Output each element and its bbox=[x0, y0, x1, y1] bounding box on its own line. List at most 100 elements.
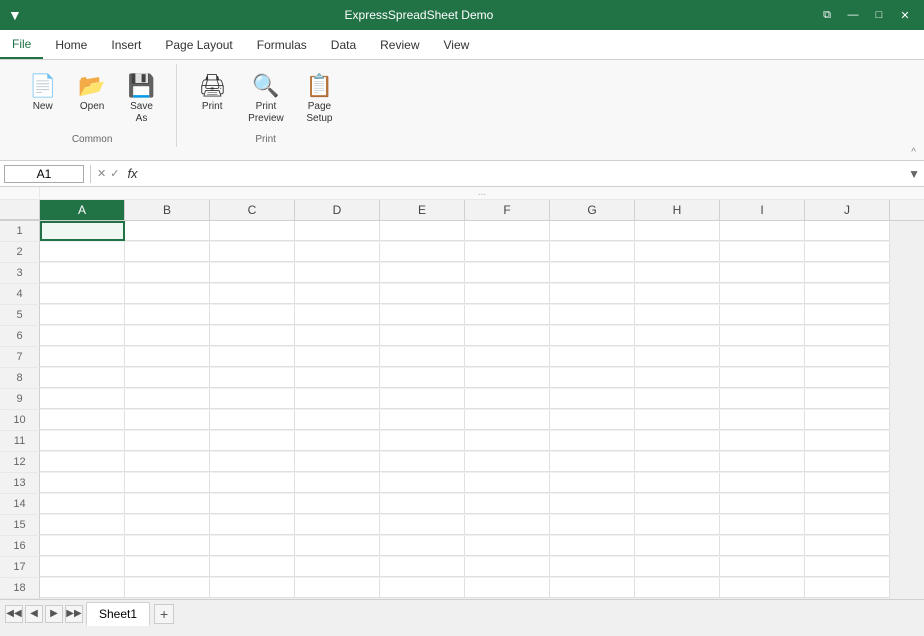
cell-G1[interactable] bbox=[550, 221, 635, 241]
cell-J3[interactable] bbox=[805, 263, 890, 283]
cell-G7[interactable] bbox=[550, 347, 635, 367]
cell-E12[interactable] bbox=[380, 452, 465, 472]
print-button[interactable]: 🖨 Print bbox=[189, 68, 235, 118]
cell-F14[interactable] bbox=[465, 494, 550, 514]
cell-A6[interactable] bbox=[40, 326, 125, 346]
cell-I18[interactable] bbox=[720, 578, 805, 598]
cell-G13[interactable] bbox=[550, 473, 635, 493]
cell-D3[interactable] bbox=[295, 263, 380, 283]
cell-C11[interactable] bbox=[210, 431, 295, 451]
cell-A16[interactable] bbox=[40, 536, 125, 556]
cell-C16[interactable] bbox=[210, 536, 295, 556]
cell-A15[interactable] bbox=[40, 515, 125, 535]
cell-H8[interactable] bbox=[635, 368, 720, 388]
cell-D4[interactable] bbox=[295, 284, 380, 304]
cell-H2[interactable] bbox=[635, 242, 720, 262]
cell-F4[interactable] bbox=[465, 284, 550, 304]
cell-F9[interactable] bbox=[465, 389, 550, 409]
cell-J8[interactable] bbox=[805, 368, 890, 388]
cell-G12[interactable] bbox=[550, 452, 635, 472]
cell-G10[interactable] bbox=[550, 410, 635, 430]
cell-C15[interactable] bbox=[210, 515, 295, 535]
cell-I15[interactable] bbox=[720, 515, 805, 535]
cell-G16[interactable] bbox=[550, 536, 635, 556]
cell-C9[interactable] bbox=[210, 389, 295, 409]
sheet-nav-last[interactable]: ▶▶ bbox=[65, 605, 83, 623]
cell-I9[interactable] bbox=[720, 389, 805, 409]
cell-A10[interactable] bbox=[40, 410, 125, 430]
cell-F2[interactable] bbox=[465, 242, 550, 262]
cell-G17[interactable] bbox=[550, 557, 635, 577]
cell-E10[interactable] bbox=[380, 410, 465, 430]
cell-B9[interactable] bbox=[125, 389, 210, 409]
cell-H16[interactable] bbox=[635, 536, 720, 556]
cell-I10[interactable] bbox=[720, 410, 805, 430]
col-header-I[interactable]: I bbox=[720, 200, 805, 220]
cell-F7[interactable] bbox=[465, 347, 550, 367]
cell-F13[interactable] bbox=[465, 473, 550, 493]
cell-B14[interactable] bbox=[125, 494, 210, 514]
sheet-nav-first[interactable]: ◀◀ bbox=[5, 605, 23, 623]
cell-H13[interactable] bbox=[635, 473, 720, 493]
add-sheet-button[interactable]: + bbox=[154, 604, 174, 624]
cell-D14[interactable] bbox=[295, 494, 380, 514]
cell-C3[interactable] bbox=[210, 263, 295, 283]
cell-A11[interactable] bbox=[40, 431, 125, 451]
cell-D18[interactable] bbox=[295, 578, 380, 598]
cell-C12[interactable] bbox=[210, 452, 295, 472]
cell-C18[interactable] bbox=[210, 578, 295, 598]
restore-button[interactable]: ⧉ bbox=[816, 4, 838, 26]
cell-A3[interactable] bbox=[40, 263, 125, 283]
col-header-A[interactable]: A bbox=[40, 200, 125, 220]
cell-E2[interactable] bbox=[380, 242, 465, 262]
cell-J11[interactable] bbox=[805, 431, 890, 451]
cell-G2[interactable] bbox=[550, 242, 635, 262]
cell-D9[interactable] bbox=[295, 389, 380, 409]
cell-E15[interactable] bbox=[380, 515, 465, 535]
cell-H11[interactable] bbox=[635, 431, 720, 451]
cell-A9[interactable] bbox=[40, 389, 125, 409]
cell-D2[interactable] bbox=[295, 242, 380, 262]
cell-J7[interactable] bbox=[805, 347, 890, 367]
cell-E5[interactable] bbox=[380, 305, 465, 325]
cell-C6[interactable] bbox=[210, 326, 295, 346]
cell-H7[interactable] bbox=[635, 347, 720, 367]
menu-file[interactable]: File bbox=[0, 30, 43, 59]
cell-E18[interactable] bbox=[380, 578, 465, 598]
cell-J18[interactable] bbox=[805, 578, 890, 598]
cell-H14[interactable] bbox=[635, 494, 720, 514]
cell-E6[interactable] bbox=[380, 326, 465, 346]
cell-H12[interactable] bbox=[635, 452, 720, 472]
cell-A7[interactable] bbox=[40, 347, 125, 367]
cell-H4[interactable] bbox=[635, 284, 720, 304]
cell-I1[interactable] bbox=[720, 221, 805, 241]
cell-F16[interactable] bbox=[465, 536, 550, 556]
cell-G11[interactable] bbox=[550, 431, 635, 451]
col-header-C[interactable]: C bbox=[210, 200, 295, 220]
cell-D13[interactable] bbox=[295, 473, 380, 493]
cell-G3[interactable] bbox=[550, 263, 635, 283]
cell-F8[interactable] bbox=[465, 368, 550, 388]
cell-E14[interactable] bbox=[380, 494, 465, 514]
cell-J16[interactable] bbox=[805, 536, 890, 556]
col-header-H[interactable]: H bbox=[635, 200, 720, 220]
cell-F3[interactable] bbox=[465, 263, 550, 283]
close-button[interactable]: ✕ bbox=[894, 4, 916, 26]
cell-I2[interactable] bbox=[720, 242, 805, 262]
cell-A1[interactable] bbox=[40, 221, 125, 241]
cell-C17[interactable] bbox=[210, 557, 295, 577]
cell-C14[interactable] bbox=[210, 494, 295, 514]
cell-I17[interactable] bbox=[720, 557, 805, 577]
cell-J15[interactable] bbox=[805, 515, 890, 535]
page-setup-button[interactable]: 📋 PageSetup bbox=[297, 68, 342, 130]
cell-H6[interactable] bbox=[635, 326, 720, 346]
menu-insert[interactable]: Insert bbox=[99, 30, 153, 59]
cell-G5[interactable] bbox=[550, 305, 635, 325]
print-preview-button[interactable]: 🔍 PrintPreview bbox=[239, 68, 293, 130]
col-header-J[interactable]: J bbox=[805, 200, 890, 220]
cell-B2[interactable] bbox=[125, 242, 210, 262]
cell-J14[interactable] bbox=[805, 494, 890, 514]
cell-B12[interactable] bbox=[125, 452, 210, 472]
cell-A12[interactable] bbox=[40, 452, 125, 472]
sheet-nav-prev[interactable]: ◀ bbox=[25, 605, 43, 623]
